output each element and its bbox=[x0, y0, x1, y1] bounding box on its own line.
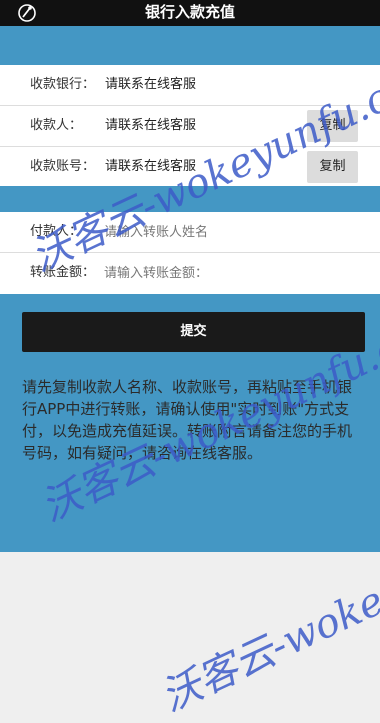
bank-value: 请联系在线客服 bbox=[105, 77, 197, 92]
account-number-value: 请联系在线客服 bbox=[105, 159, 197, 174]
payee-row: 收款人： 请联系在线客服 复制 bbox=[0, 106, 380, 147]
back-icon[interactable] bbox=[17, 3, 37, 23]
payer-label: 付款人： bbox=[30, 224, 83, 239]
account-number-label: 收款账号： bbox=[30, 159, 96, 174]
payee-label: 收款人： bbox=[30, 118, 83, 133]
payee-value: 请联系在线客服 bbox=[105, 118, 197, 133]
payer-form: 付款人： 转账金额： bbox=[0, 212, 380, 294]
account-panel: 收款银行： 请联系在线客服 收款人： 请联系在线客服 复制 收款账号： 请联系在… bbox=[0, 65, 380, 186]
instructions-text: 请先复制收款人名称、收款账号，再粘贴至手机银行APP中进行转账，请确认使用"实时… bbox=[22, 378, 353, 462]
payer-name-input[interactable] bbox=[104, 212, 364, 252]
copy-account-number-button[interactable]: 复制 bbox=[307, 151, 358, 183]
amount-row: 转账金额： bbox=[0, 253, 380, 293]
amount-input[interactable] bbox=[104, 253, 364, 293]
account-number-row: 收款账号： 请联系在线客服 复制 bbox=[0, 147, 380, 187]
bank-label: 收款银行： bbox=[30, 77, 96, 92]
copy-payee-button[interactable]: 复制 bbox=[307, 110, 358, 142]
submit-button[interactable]: 提交 bbox=[22, 312, 365, 352]
top-bar: 银行入款充值 bbox=[0, 0, 380, 26]
page-title: 银行入款充值 bbox=[144, 3, 235, 21]
bank-row: 收款银行： 请联系在线客服 bbox=[0, 65, 380, 106]
payer-row: 付款人： bbox=[0, 212, 380, 253]
amount-label: 转账金额： bbox=[30, 265, 96, 280]
